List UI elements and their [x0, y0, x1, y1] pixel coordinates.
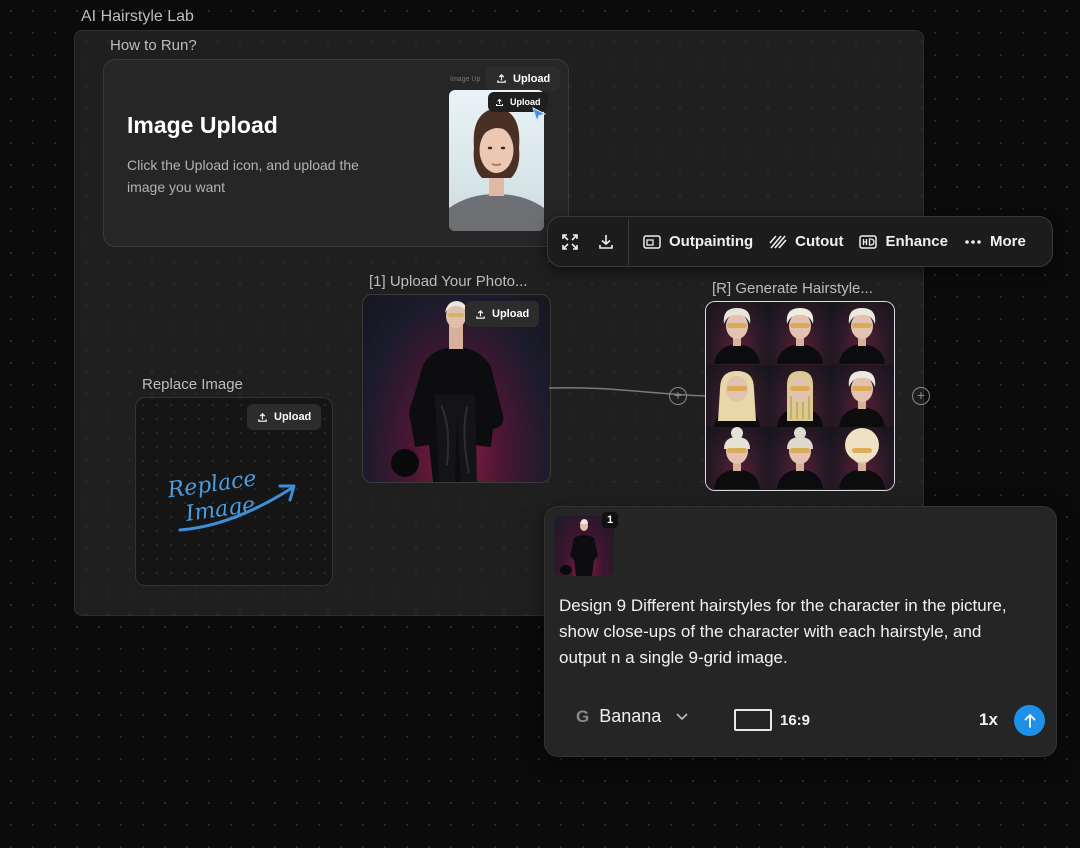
- photo-upload-button[interactable]: Upload: [465, 301, 540, 327]
- hd-icon: [859, 234, 878, 249]
- upload-label: Upload: [513, 72, 551, 85]
- upload-icon: [497, 73, 506, 83]
- hairstyle-cell: [706, 427, 769, 490]
- replace-upload-button[interactable]: Upload: [247, 404, 322, 430]
- howto-tiny-label: Image Up: [450, 76, 481, 83]
- add-input-icon[interactable]: +: [669, 387, 687, 405]
- outpainting-label: Outpainting: [669, 233, 754, 250]
- hairstyle-cell: [768, 427, 832, 490]
- reference-count-badge: 1: [602, 512, 618, 528]
- arrow-up-icon: [1024, 713, 1035, 728]
- hairstyle-cell: [706, 364, 769, 428]
- howto-description: Click the Upload icon, and upload the im…: [127, 157, 359, 195]
- howto-title: How to Run?: [110, 37, 197, 54]
- replace-upload-label: Upload: [274, 411, 312, 423]
- upload-icon: [258, 412, 267, 422]
- prompt-text[interactable]: Design 9 Different hairstyles for the ch…: [559, 593, 1029, 671]
- generated-hairstyle-grid[interactable]: [705, 301, 895, 491]
- photo-upload-label: Upload: [492, 308, 530, 320]
- cutout-label: Cutout: [795, 233, 844, 250]
- upload-node-title: [1] Upload Your Photo...: [369, 273, 528, 290]
- howto-upload-button[interactable]: Upload: [486, 66, 561, 91]
- howto-heading: Image Upload: [127, 112, 278, 138]
- add-output-icon[interactable]: +: [912, 387, 930, 405]
- send-button[interactable]: [1014, 705, 1045, 736]
- cutout-button[interactable]: Cutout: [769, 233, 843, 250]
- outpainting-button[interactable]: Outpainting: [643, 233, 753, 250]
- image-toolbar: Outpainting Cutout Enhance More: [547, 216, 1053, 267]
- google-icon: G: [576, 706, 590, 726]
- enhance-button[interactable]: Enhance: [859, 233, 948, 250]
- aspect-ratio-selector[interactable]: 16:9: [734, 709, 810, 731]
- outpainting-icon: [643, 234, 661, 249]
- model-selector[interactable]: G Banana: [576, 706, 689, 727]
- upload-icon: [476, 309, 485, 319]
- group-title: AI Hairstyle Lab: [81, 8, 194, 25]
- download-icon[interactable]: [588, 217, 624, 266]
- model-name: Banana: [599, 706, 662, 726]
- aspect-ratio-icon: [734, 709, 772, 731]
- expand-icon[interactable]: [552, 217, 588, 266]
- replace-node-title: Replace Image: [142, 376, 243, 393]
- output-count[interactable]: 1x: [979, 710, 998, 730]
- hairstyle-cell: [706, 302, 769, 365]
- cursor-pointer-icon: [532, 107, 547, 123]
- upload-icon: [496, 98, 503, 106]
- aspect-ratio-value: 16:9: [780, 711, 811, 729]
- generate-node-title: [R] Generate Hairstyle...: [712, 280, 873, 297]
- hairstyle-cell: [831, 302, 894, 365]
- toolbar-divider: [628, 218, 629, 265]
- cutout-icon: [769, 234, 787, 249]
- replace-handwriting-arrow: Replace Image: [165, 466, 296, 532]
- enhance-label: Enhance: [885, 233, 948, 250]
- chevron-down-icon: [676, 712, 688, 720]
- more-icon: [965, 239, 981, 244]
- hairstyle-cell: [831, 364, 894, 428]
- more-button[interactable]: More: [964, 233, 1026, 250]
- hairstyle-cell: [768, 364, 832, 428]
- hairstyle-cell: [831, 427, 894, 490]
- more-label: More: [990, 233, 1026, 250]
- hairstyle-cell: [768, 302, 832, 365]
